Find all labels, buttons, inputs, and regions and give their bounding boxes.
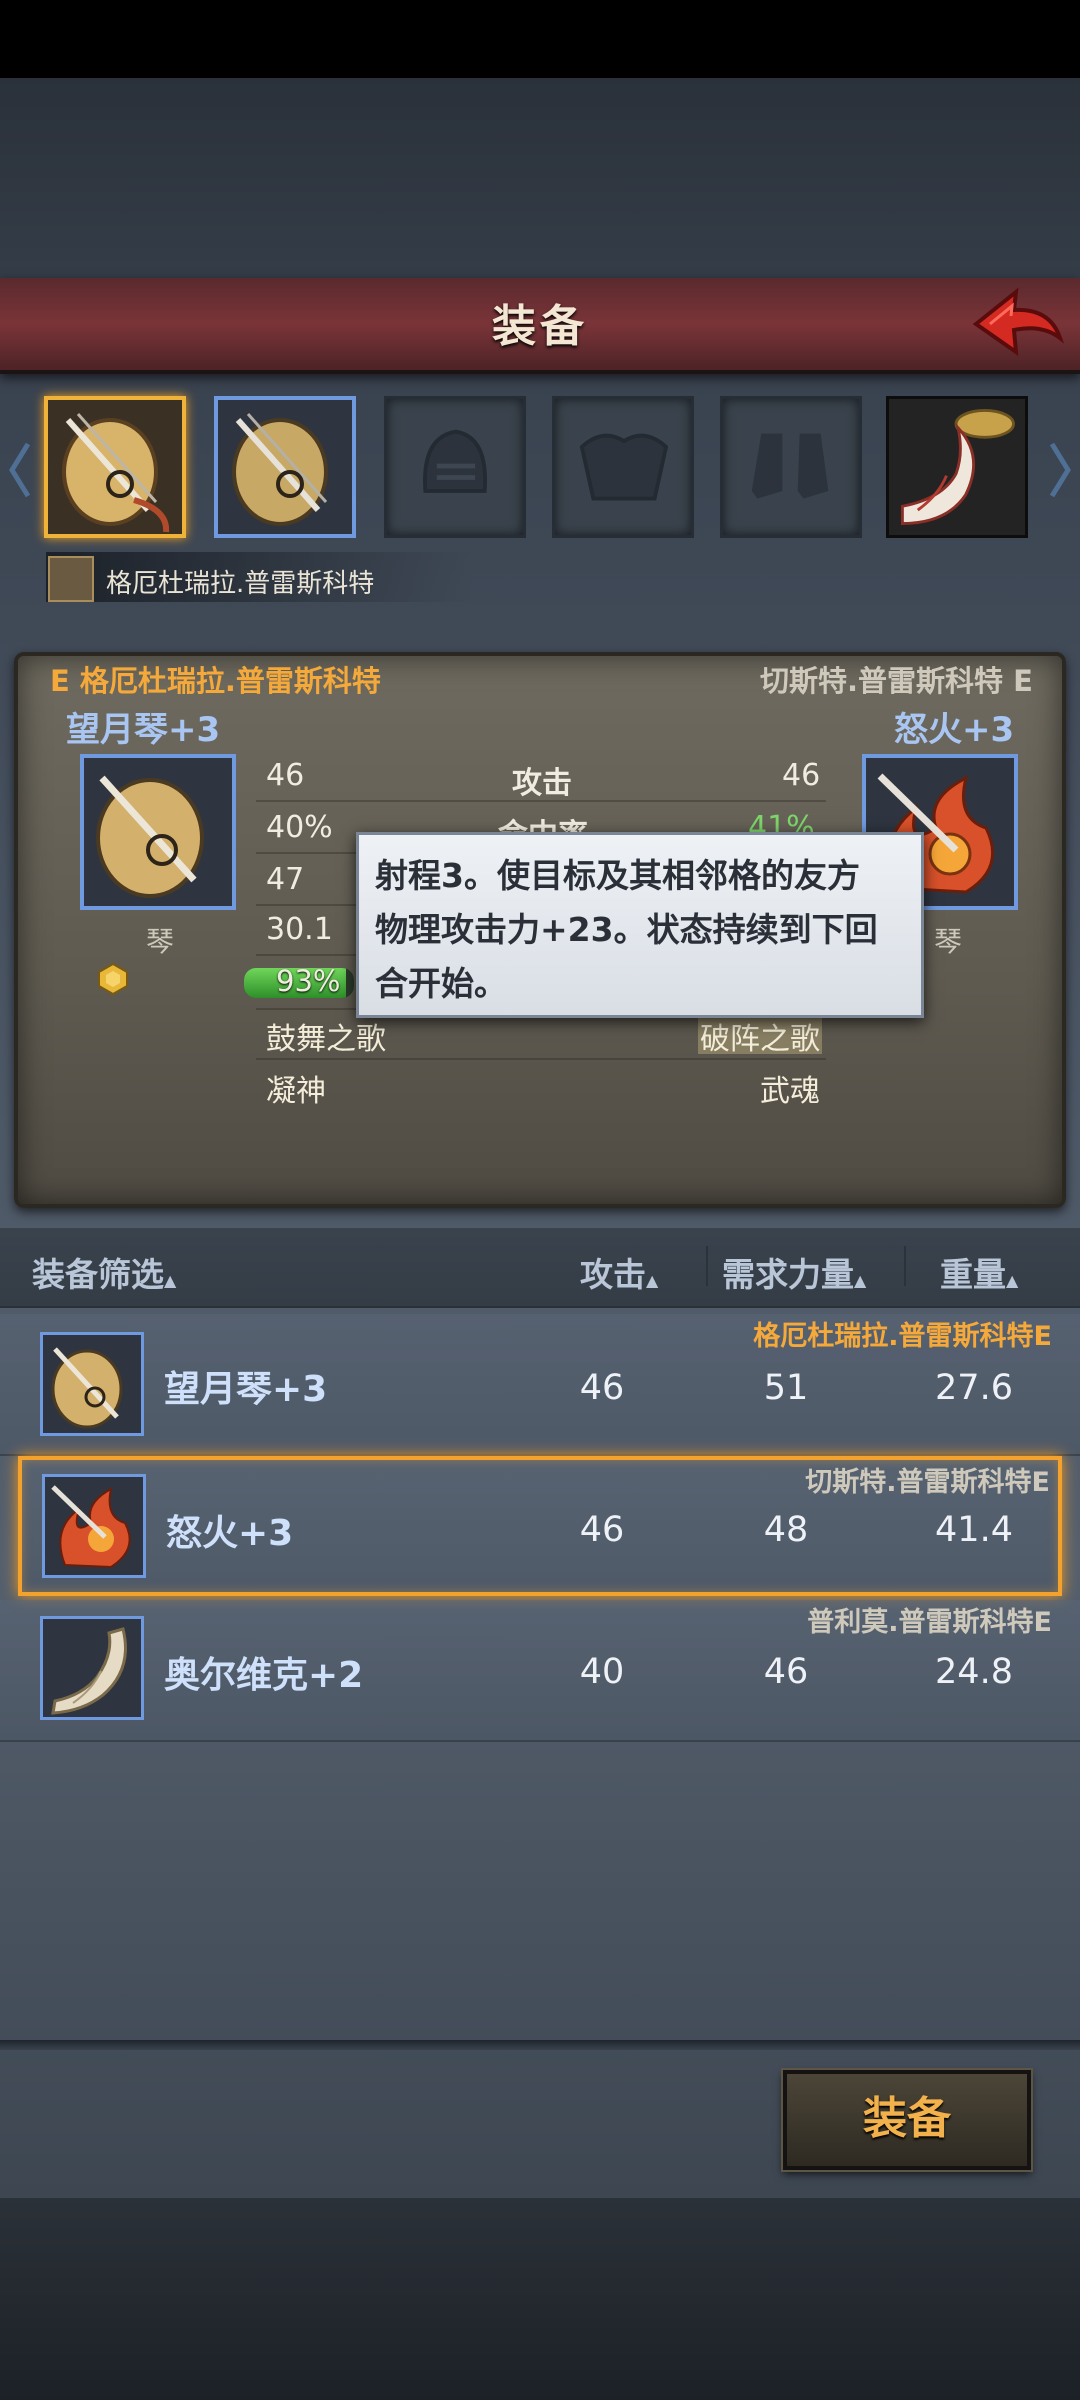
item-owner: 格厄杜瑞拉.普雷斯科特E xyxy=(753,1321,1052,1352)
item-owner: 切斯特.普雷斯科特E xyxy=(805,1467,1050,1498)
item-name: 奥尔维克+2 xyxy=(164,1655,364,1696)
lute-icon xyxy=(48,400,182,534)
sort-strength-button[interactable]: 需求力量▲ xyxy=(722,1248,866,1296)
page-title: 装备 xyxy=(492,301,588,352)
item-weight: 41.4 xyxy=(935,1510,1013,1550)
bottom-divider xyxy=(0,2040,1080,2050)
compare-left-item: 望月琴+3 xyxy=(66,710,221,750)
strength-header-label: 需求力量 xyxy=(722,1255,854,1294)
skill-left-0: 鼓舞之歌 xyxy=(266,1022,386,1057)
slot-lute-2[interactable] xyxy=(214,396,356,538)
compare-right-item: 怒火+3 xyxy=(894,710,1015,750)
list-item[interactable]: 普利莫.普雷斯科特E 奥尔维克+2 40 46 24.8 xyxy=(0,1600,1080,1742)
lute-icon xyxy=(40,1332,144,1436)
tooltip-line-1: 射程3。使目标及其相邻格的友方 xyxy=(375,856,860,895)
compare-left-owner: E 格厄杜瑞拉.普雷斯科特 xyxy=(50,664,381,698)
navigation-bar xyxy=(0,2198,1080,2400)
list-item-selected[interactable]: 切斯特.普雷斯科特E 怒火+3 46 48 41.4 xyxy=(18,1456,1062,1596)
tooltip-line-3: 合开始。 xyxy=(375,964,507,1003)
back-button[interactable] xyxy=(970,282,1066,366)
item-weight: 27.6 xyxy=(935,1368,1013,1408)
divider xyxy=(256,800,826,802)
item-attack: 46 xyxy=(579,1510,625,1550)
status-bar xyxy=(0,0,1080,78)
list-item[interactable]: 格厄杜瑞拉.普雷斯科特E 望月琴+3 46 51 27.6 xyxy=(0,1314,1080,1456)
slot-helmet[interactable] xyxy=(384,396,526,538)
filter-button[interactable]: 装备筛选▲ xyxy=(32,1248,176,1296)
sort-triangle-icon: ▲ xyxy=(854,1271,867,1290)
skill-right-1: 武魂 xyxy=(760,1074,820,1109)
helmet-icon xyxy=(423,429,488,493)
item-strength: 51 xyxy=(763,1368,809,1408)
slot-armor[interactable] xyxy=(552,396,694,538)
equip-button[interactable]: 装备 xyxy=(783,2070,1031,2170)
filter-label: 装备筛选 xyxy=(32,1255,164,1294)
item-name: 望月琴+3 xyxy=(164,1369,328,1410)
item-name: 怒火+3 xyxy=(166,1513,294,1554)
slot-horn[interactable] xyxy=(886,396,1028,538)
sort-attack-button[interactable]: 攻击▲ xyxy=(580,1248,658,1296)
fire-lute-icon xyxy=(42,1474,146,1578)
skill-tooltip: 射程3。使目标及其相邻格的友方 物理攻击力+23。状态持续到下回 合开始。 xyxy=(356,832,924,1018)
durability-value: 93% xyxy=(276,964,341,998)
sort-weight-button[interactable]: 重量▲ xyxy=(940,1248,1018,1296)
sort-triangle-icon: ▲ xyxy=(164,1271,177,1290)
item-attack: 46 xyxy=(579,1368,625,1408)
header-separator xyxy=(904,1246,906,1286)
owner-name: 格厄杜瑞拉.普雷斯科特 xyxy=(106,569,375,599)
slots-next-button[interactable] xyxy=(1048,440,1072,500)
compare-right-type: 琴 xyxy=(934,925,963,958)
tooltip-line-2: 物理攻击力+23。状态持续到下回 xyxy=(375,910,878,949)
avatar xyxy=(48,556,94,602)
lute-icon xyxy=(218,400,352,534)
stat-right-0: 46 xyxy=(782,758,821,793)
chevron-left-icon xyxy=(9,442,31,498)
weight-header-label: 重量 xyxy=(940,1255,1006,1294)
horn-weapon-icon xyxy=(40,1616,144,1720)
item-strength: 48 xyxy=(763,1510,809,1550)
horn-icon xyxy=(889,399,1025,535)
stat-left-3: 30.1 xyxy=(266,912,333,947)
skill-left-1: 凝神 xyxy=(266,1074,326,1109)
armor-icon xyxy=(579,433,669,501)
stat-left-1: 40% xyxy=(266,810,333,845)
divider xyxy=(256,1058,826,1060)
sort-triangle-icon: ▲ xyxy=(646,1271,659,1290)
chevron-right-icon xyxy=(1049,442,1071,498)
sort-triangle-icon: ▲ xyxy=(1006,1271,1019,1290)
item-weight: 24.8 xyxy=(935,1652,1013,1692)
slot-boots[interactable] xyxy=(720,396,862,538)
stat-left-0: 46 xyxy=(266,758,305,793)
attack-header-label: 攻击 xyxy=(580,1255,646,1294)
item-strength: 46 xyxy=(763,1652,809,1692)
stat-label-0: 攻击 xyxy=(512,766,572,801)
boots-icon xyxy=(751,433,829,499)
slot-lute-1[interactable] xyxy=(44,396,186,538)
compare-left-icon xyxy=(80,754,236,910)
item-attack: 40 xyxy=(579,1652,625,1692)
skill-right-0: 破阵之歌 xyxy=(700,1022,820,1057)
header-separator xyxy=(706,1246,708,1286)
compare-left-type: 琴 xyxy=(146,925,175,958)
slots-prev-button[interactable] xyxy=(8,440,32,500)
item-owner: 普利莫.普雷斯科特E xyxy=(807,1607,1052,1638)
compare-right-owner: 切斯特.普雷斯科特 E xyxy=(760,664,1033,698)
stat-left-2: 47 xyxy=(266,862,305,897)
lute-icon xyxy=(84,758,232,906)
gem-icon xyxy=(96,962,130,996)
back-arrow-icon xyxy=(972,287,1064,357)
